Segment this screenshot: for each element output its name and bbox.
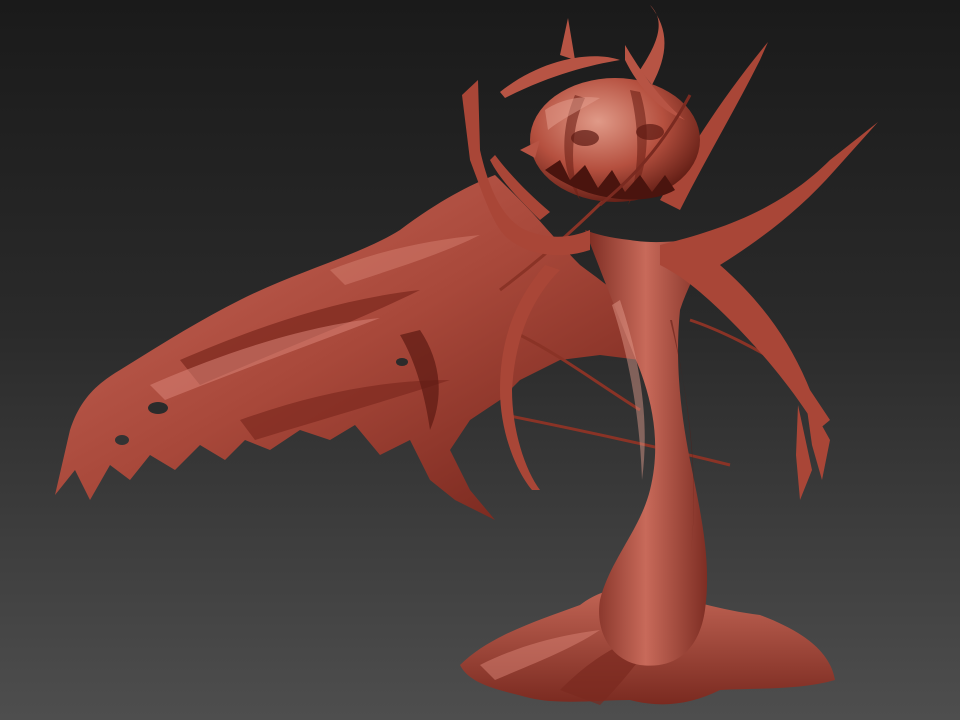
- sculpt-viewport[interactable]: [0, 0, 960, 720]
- sculpt-figure-render: [0, 0, 960, 720]
